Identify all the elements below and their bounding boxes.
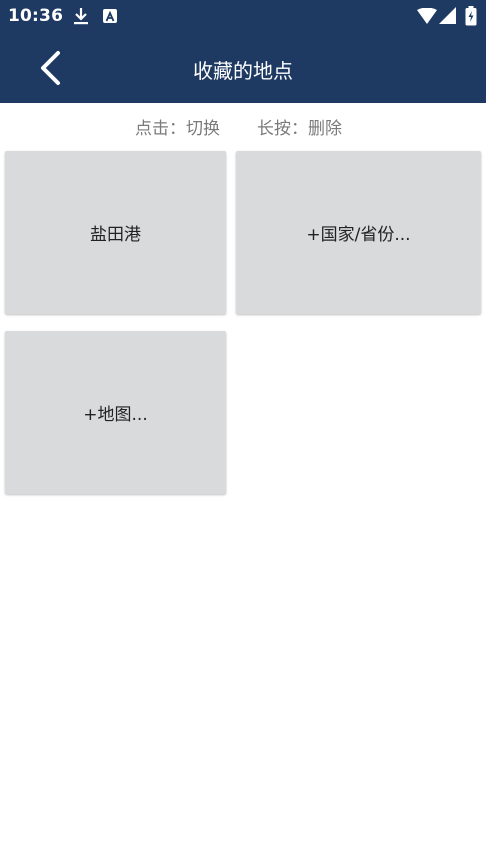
app-bar: 收藏的地点: [0, 32, 486, 103]
add-from-map-tile[interactable]: +地图...: [5, 331, 226, 494]
download-icon: [74, 8, 88, 25]
usage-hint: 点击：切换 长按：删除: [0, 112, 486, 139]
hint-tap-text: 点击：切换: [135, 119, 220, 139]
signal-icon: [439, 7, 456, 24]
a-badge-icon: [103, 9, 117, 23]
tile-label: +国家/省份...: [306, 225, 411, 245]
add-country-province-tile[interactable]: +国家/省份...: [236, 151, 481, 314]
hint-long-press-text: 长按：删除: [257, 119, 342, 139]
page-title: 收藏的地点: [193, 59, 293, 83]
wifi-icon: [417, 8, 437, 24]
status-bar: 10:36: [0, 0, 486, 32]
battery-charging-icon: [465, 6, 477, 26]
tile-label: 盐田港: [90, 225, 141, 245]
saved-place-tile[interactable]: 盐田港: [5, 151, 226, 314]
tile-label: +地图...: [83, 405, 148, 425]
status-time: 10:36: [8, 6, 64, 26]
